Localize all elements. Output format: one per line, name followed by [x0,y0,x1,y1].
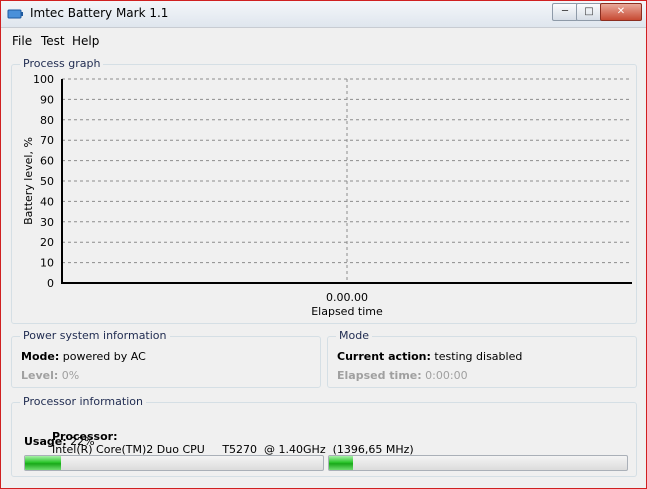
y-tick-label: 30 [40,216,54,229]
power-level-row: Level: 0% [21,369,79,382]
cpu-core-1-fill [25,456,61,470]
cpu-core-2-usage-bar [328,455,628,471]
y-tick-label: 90 [40,93,54,106]
menu-test[interactable]: Test [41,34,65,48]
cpu-core-1-usage-bar [24,455,324,471]
y-tick-label: 100 [33,73,54,86]
y-tick-label: 0 [47,277,54,290]
app-window: Imtec Battery Mark 1.1 ─ □ ✕ File Test H… [0,0,647,489]
client-area: File Test Help Process graph 100 90 80 70 60… [8,28,638,482]
power-mode-value: powered by AC [62,350,146,363]
processor-info-title: Processor information [20,395,146,408]
elapsed-time-row: Elapsed time: 0:00:00 [337,369,468,382]
usage-row: Usage: 22% [24,435,95,448]
power-info-title: Power system information [20,329,170,342]
y-axis-label: Battery level, % [22,137,35,225]
power-level-label: Level: [21,369,59,382]
y-tick-label: 50 [40,175,54,188]
elapsed-time-value: 0:00:00 [425,369,468,382]
mode-title: Mode [336,329,372,342]
window-title: Imtec Battery Mark 1.1 [30,6,169,20]
power-mode-row: Mode: powered by AC [21,350,146,363]
cpu-core-2-fill [329,456,353,470]
menu-help[interactable]: Help [72,34,99,48]
title-bar[interactable]: Imtec Battery Mark 1.1 ─ □ ✕ [1,1,646,28]
processor-info-group: Processor information Processor: Intel(R… [11,395,637,477]
x-axis-label: Elapsed time [311,305,383,318]
y-tick-label: 60 [40,155,54,168]
process-graph-group: Process graph 100 90 80 70 60 50 40 30 20 10 0 0.00… [11,57,637,324]
y-tick-label: 70 [40,134,54,147]
y-tick-label: 40 [40,195,54,208]
menu-file[interactable]: File [12,34,32,48]
y-tick-label: 80 [40,114,54,127]
battery-chart: 10090807060504030201000.00.00Elapsed tim… [22,73,632,318]
mode-group: Mode Current action: testing disabled El… [327,329,637,388]
power-info-group: Power system information Mode: powered b… [11,329,321,388]
current-action-value: testing disabled [434,350,523,363]
current-action-label: Current action: [337,350,431,363]
close-button[interactable]: ✕ [600,3,642,21]
battery-app-icon [7,9,23,19]
minimize-button[interactable]: ─ [552,3,578,21]
usage-label: Usage: [24,435,67,448]
maximize-button[interactable]: □ [576,3,602,21]
y-tick-label: 20 [40,236,54,249]
usage-value: 22% [70,435,95,448]
power-level-value: 0% [61,369,80,382]
y-tick-label: 10 [40,257,54,270]
power-mode-label: Mode: [21,350,60,363]
elapsed-time-label: Elapsed time: [337,369,422,382]
x-tick-label: 0.00.00 [326,291,368,304]
current-action-row: Current action: testing disabled [337,350,522,363]
